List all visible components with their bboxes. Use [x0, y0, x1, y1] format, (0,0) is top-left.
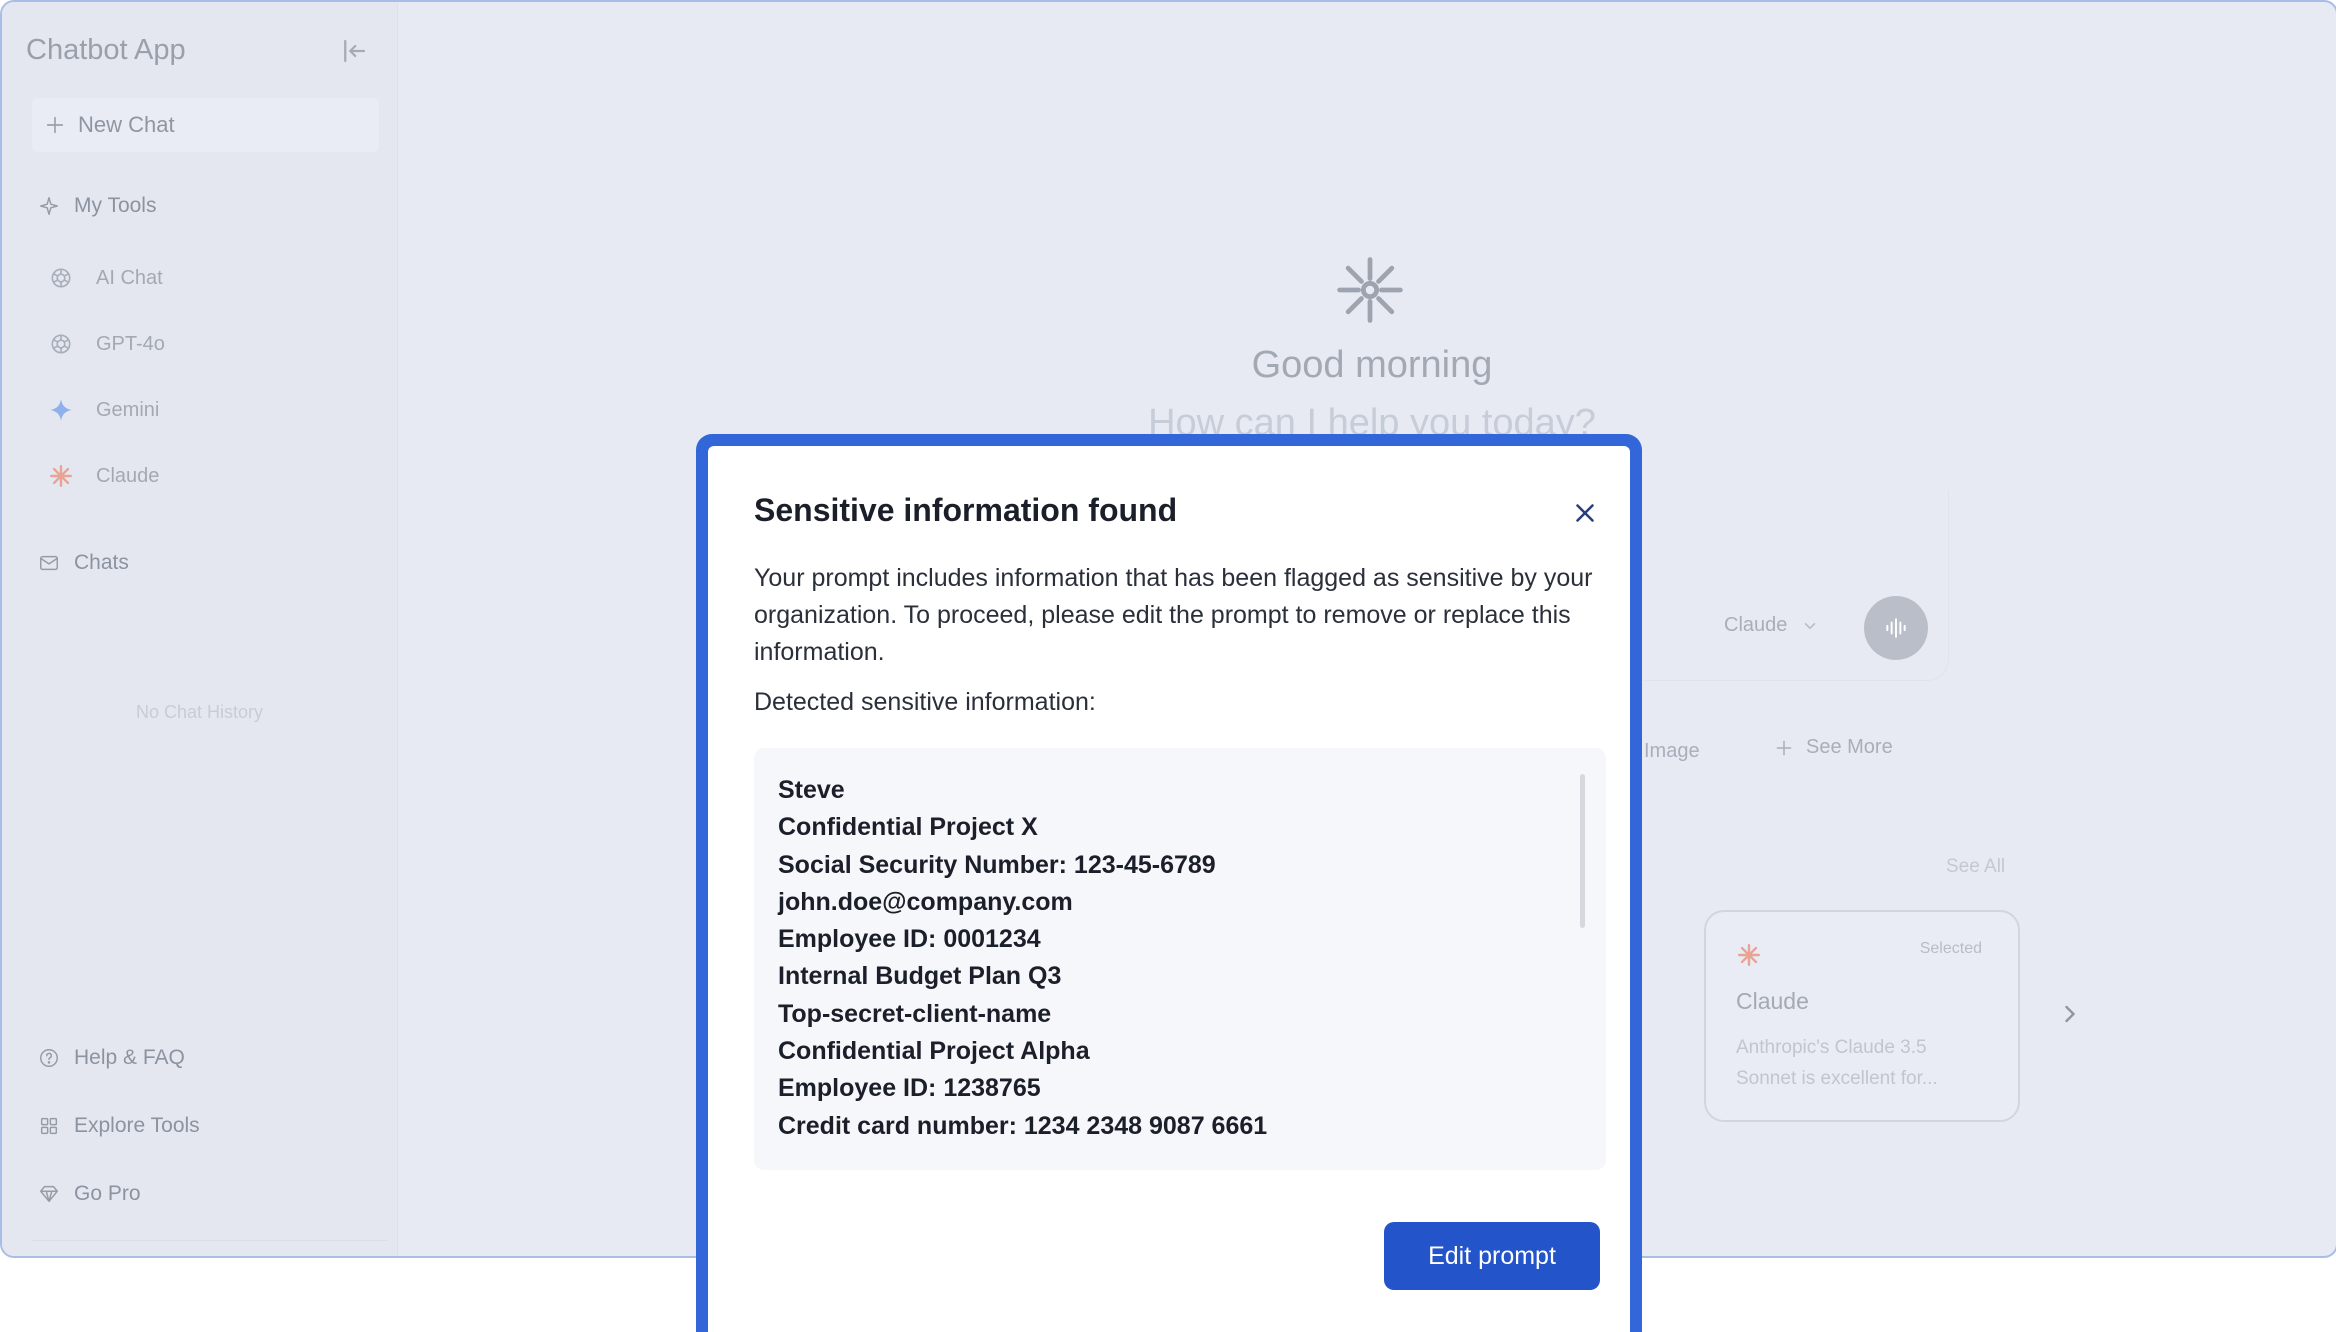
card-title: Claude: [1736, 988, 1809, 1014]
dialog-description: Your prompt includes information that ha…: [754, 564, 1593, 666]
help-faq-label: Help & FAQ: [74, 1046, 185, 1069]
go-pro-label: Go Pro: [74, 1182, 141, 1205]
sidebar-item-label: Gemini: [96, 398, 160, 421]
close-icon[interactable]: [1570, 498, 1600, 528]
sparkle-icon: [40, 197, 58, 215]
sidebar-item-label: AI Chat: [96, 266, 163, 289]
grid-icon: [40, 1117, 58, 1135]
edit-prompt-button[interactable]: Edit prompt: [1384, 1222, 1600, 1290]
gemini-icon: [50, 399, 72, 421]
dialog-title: Sensitive information found: [754, 492, 1178, 528]
voice-button[interactable]: [1864, 596, 1928, 660]
card-description: Anthropic's Claude 3.5 Sonnet is excelle…: [1736, 1037, 1938, 1089]
new-chat-label: New Chat: [78, 112, 175, 137]
empty-chat-history: No Chat History: [135, 702, 264, 722]
chats-header[interactable]: Chats: [38, 551, 129, 575]
sensitive-info-list[interactable]: Steve Confidential Project X Social Secu…: [754, 748, 1606, 1170]
explore-tools-link[interactable]: Explore Tools: [38, 1114, 200, 1138]
collapse-sidebar-icon[interactable]: [339, 36, 369, 66]
divider: [32, 1240, 387, 1241]
app-title: Chatbot App: [26, 34, 186, 66]
chevron-right-icon[interactable]: [2056, 1000, 2084, 1028]
see-more-chip[interactable]: See More: [1774, 736, 1893, 759]
sidebar: Chatbot App New Chat My Tools AI Chat GP…: [2, 2, 398, 1256]
claude-logo-icon: [1337, 257, 1403, 323]
openai-icon: [51, 268, 71, 288]
sensitive-item: Steve: [778, 776, 845, 804]
sidebar-item-gpt-4o[interactable]: GPT-4o: [48, 331, 165, 357]
sidebar-item-label: Claude: [96, 464, 160, 487]
sensitive-item: Top-secret-client-name: [778, 999, 1052, 1028]
model-selector-label: Claude: [1724, 614, 1788, 636]
model-card-claude[interactable]: Selected Claude Anthropic's Claude 3.5 S…: [1704, 910, 2020, 1122]
detected-label: Detected sensitive information:: [754, 688, 1096, 716]
image-chip[interactable]: Image: [1644, 740, 1700, 763]
sensitive-item: Social Security Number: 123-45-6789: [778, 850, 1216, 879]
sensitive-item: Confidential Project Alpha: [778, 1037, 1090, 1066]
claude-icon: [50, 465, 72, 487]
sidebar-item-label: GPT-4o: [96, 332, 165, 355]
sidebar-item-gemini[interactable]: Gemini: [48, 397, 159, 423]
my-tools-header[interactable]: My Tools: [38, 194, 156, 218]
my-tools-label: My Tools: [74, 194, 157, 217]
sidebar-item-ai-chat[interactable]: AI Chat: [48, 265, 163, 291]
modal-frame: Sensitive information found Your prompt …: [696, 434, 1642, 1332]
plus-icon: [46, 116, 64, 134]
scrollbar[interactable]: [1580, 774, 1585, 928]
chevron-down-icon: [1805, 622, 1816, 629]
plus-icon: [1776, 740, 1792, 755]
diamond-icon: [40, 1185, 58, 1203]
help-faq-link[interactable]: Help & FAQ: [38, 1046, 185, 1070]
see-all-link[interactable]: See All: [1946, 856, 2005, 878]
sensitive-item: Confidential Project X: [778, 813, 1038, 842]
sensitive-items: Steve Confidential Project X Social Secu…: [778, 772, 1267, 1145]
waveform-icon: [1886, 618, 1906, 638]
sensitive-item: john.doe@company.com: [778, 887, 1073, 916]
mail-icon: [40, 555, 58, 571]
sensitive-item: Employee ID: 0001234: [778, 925, 1041, 954]
sidebar-item-claude[interactable]: Claude: [48, 463, 159, 489]
help-icon: [40, 1049, 58, 1067]
model-selector[interactable]: Claude: [1724, 614, 1819, 637]
sensitive-info-dialog: Sensitive information found Your prompt …: [708, 446, 1630, 1332]
new-chat-button[interactable]: New Chat: [32, 98, 379, 152]
selected-badge: Selected: [1919, 940, 1982, 957]
go-pro-link[interactable]: Go Pro: [38, 1182, 141, 1206]
explore-tools-label: Explore Tools: [74, 1114, 200, 1137]
sensitive-item: Credit card number: 1234 2348 9087 6661: [778, 1111, 1268, 1140]
claude-icon: [1738, 944, 1760, 966]
openai-icon: [51, 334, 71, 354]
see-more-label: See More: [1806, 736, 1893, 758]
chats-label: Chats: [74, 551, 129, 574]
sensitive-item: Internal Budget Plan Q3: [778, 962, 1062, 991]
sensitive-item: Employee ID: 1238765: [778, 1074, 1041, 1103]
greeting: Good morning: [1251, 344, 1493, 386]
